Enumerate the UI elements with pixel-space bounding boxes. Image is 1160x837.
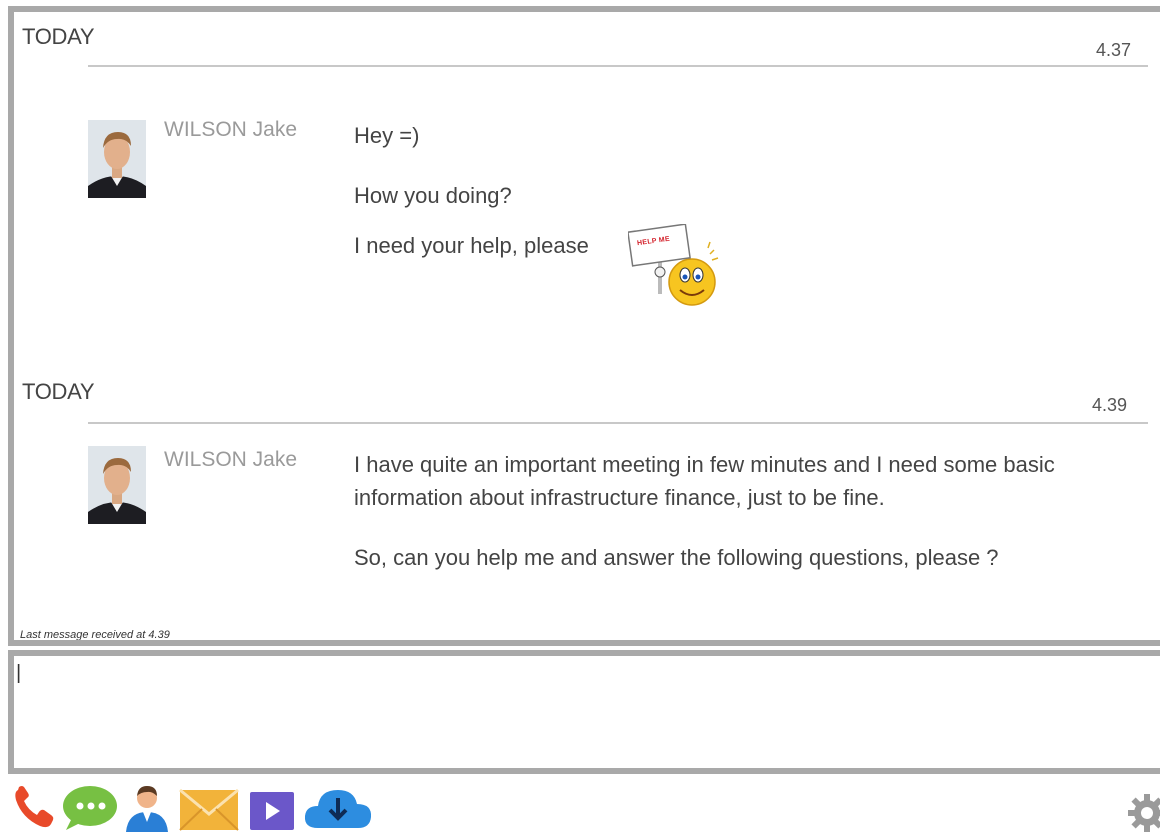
message-text: I need your help, please (354, 233, 589, 258)
toolbar (8, 782, 1160, 832)
mail-icon[interactable] (178, 782, 240, 832)
compose-box[interactable] (8, 650, 1160, 774)
avatar[interactable] (88, 446, 146, 524)
message-text: Hey =) (354, 123, 420, 148)
divider (88, 65, 1148, 67)
message-time: 4.37 (1096, 40, 1132, 60)
video-play-icon[interactable] (248, 782, 296, 832)
message-input[interactable] (14, 656, 1160, 768)
last-message-status: Last message received at 4.39 (20, 629, 170, 641)
message-text: information about infrastructure finance… (354, 485, 885, 510)
contact-icon[interactable] (124, 782, 170, 832)
message-text: So, can you help me and answer the follo… (354, 545, 999, 570)
phone-icon[interactable] (10, 782, 58, 832)
avatar[interactable] (88, 120, 146, 198)
help-me-sticker: HELP ME (628, 224, 720, 312)
day-header: TODAY (22, 24, 95, 49)
day-header: TODAY (22, 379, 95, 404)
message-text: I have quite an important meeting in few… (354, 452, 1055, 477)
message-text: How you doing? (354, 183, 512, 208)
gear-icon[interactable] (1128, 794, 1160, 832)
cloud-download-icon[interactable] (302, 782, 374, 832)
divider (88, 422, 1148, 424)
chat-history[interactable]: TODAY 4.37 WILSON Jake Hey =) How you do… (8, 6, 1160, 646)
sender-name: WILSON Jake (164, 118, 298, 141)
sender-name: WILSON Jake (164, 448, 298, 471)
chat-bubble-icon[interactable] (60, 782, 120, 832)
message-time: 4.39 (1092, 395, 1128, 415)
